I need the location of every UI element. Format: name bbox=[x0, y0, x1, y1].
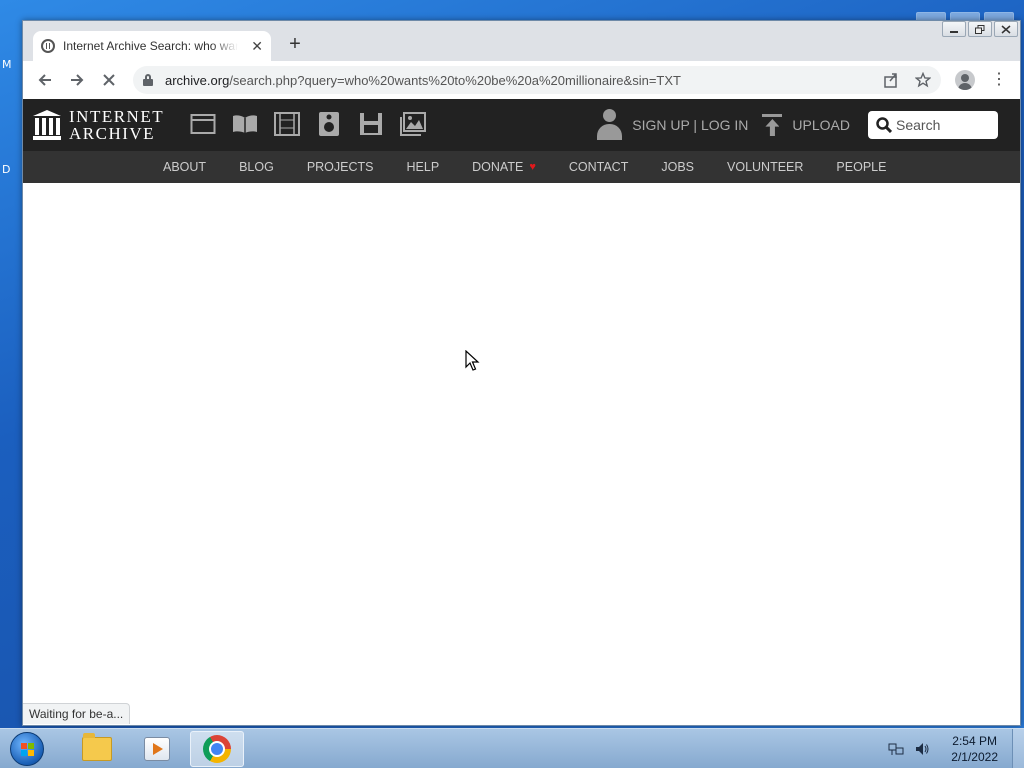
nav-help[interactable]: HELP bbox=[407, 160, 440, 174]
folder-icon bbox=[82, 732, 112, 761]
new-tab-button[interactable]: + bbox=[285, 33, 305, 56]
media-type-icons bbox=[189, 111, 427, 137]
close-button[interactable] bbox=[994, 21, 1018, 37]
lock-icon[interactable] bbox=[143, 74, 153, 86]
nav-people[interactable]: PEOPLE bbox=[836, 160, 886, 174]
back-button[interactable] bbox=[29, 64, 61, 96]
web-icon[interactable] bbox=[189, 111, 217, 137]
ia-search-box[interactable] bbox=[868, 111, 998, 139]
nav-about[interactable]: ABOUT bbox=[163, 160, 206, 174]
start-button[interactable] bbox=[4, 729, 50, 768]
taskbar-media-player[interactable] bbox=[130, 731, 184, 767]
video-icon[interactable] bbox=[273, 111, 301, 137]
share-icon[interactable] bbox=[883, 72, 899, 88]
nav-contact[interactable]: CONTACT bbox=[569, 160, 629, 174]
browser-window: Internet Archive Search: who wants to be… bbox=[22, 20, 1021, 726]
nav-donate-label: DONATE bbox=[472, 160, 524, 174]
stop-icon bbox=[103, 74, 115, 86]
ia-header: INTERNET ARCHIVE SIGN UP | LOG IN UPLOAD… bbox=[23, 99, 1020, 151]
mouse-cursor-icon bbox=[465, 350, 480, 371]
volume-icon[interactable] bbox=[913, 740, 931, 758]
forward-button[interactable] bbox=[61, 64, 93, 96]
nav-volunteer[interactable]: VOLUNTEER bbox=[727, 160, 803, 174]
nav-projects[interactable]: PROJECTS bbox=[307, 160, 374, 174]
network-icon[interactable] bbox=[887, 740, 905, 758]
address-bar[interactable]: archive.org/search.php?query=who%20wants… bbox=[133, 66, 941, 94]
heart-icon: ♥ bbox=[529, 161, 536, 173]
minimize-button[interactable] bbox=[942, 21, 966, 37]
system-tray: 2:54 PM 2/1/2022 bbox=[887, 728, 1024, 768]
windows-logo-icon bbox=[10, 731, 44, 766]
images-icon[interactable] bbox=[399, 111, 427, 137]
stop-loading-button[interactable] bbox=[93, 64, 125, 96]
texts-icon[interactable] bbox=[231, 111, 259, 137]
nav-donate[interactable]: DONATE ♥ bbox=[472, 160, 536, 174]
window-controls bbox=[942, 21, 1018, 37]
taskbar-explorer[interactable] bbox=[70, 731, 124, 767]
signup-login-link[interactable]: SIGN UP | LOG IN bbox=[632, 117, 748, 133]
archive-favicon-icon bbox=[41, 39, 55, 53]
clock-time: 2:54 PM bbox=[952, 733, 997, 748]
upload-icon[interactable] bbox=[762, 114, 783, 136]
ia-nav-bar: ABOUT BLOG PROJECTS HELP DONATE ♥ CONTACT… bbox=[23, 151, 1020, 183]
taskbar: 2:54 PM 2/1/2022 bbox=[0, 728, 1024, 768]
user-icon[interactable] bbox=[596, 109, 623, 141]
upload-link[interactable]: UPLOAD bbox=[792, 117, 850, 133]
desktop-icon-label-2[interactable]: D bbox=[2, 163, 10, 176]
profile-avatar-icon[interactable] bbox=[955, 70, 975, 90]
tab-close-icon[interactable]: ✕ bbox=[251, 38, 263, 55]
clock[interactable]: 2:54 PM 2/1/2022 bbox=[951, 733, 998, 765]
archive-building-icon bbox=[33, 110, 61, 140]
browser-toolbar: archive.org/search.php?query=who%20wants… bbox=[23, 61, 1020, 99]
logo-text: INTERNET ARCHIVE bbox=[69, 107, 165, 143]
internet-archive-logo[interactable]: INTERNET ARCHIVE bbox=[33, 108, 164, 142]
close-icon bbox=[1001, 24, 1011, 34]
desktop-icon-label-1[interactable]: M bbox=[2, 58, 12, 71]
search-input[interactable] bbox=[896, 117, 992, 133]
tab-internet-archive-search[interactable]: Internet Archive Search: who wants to be… bbox=[33, 31, 271, 61]
search-icon[interactable] bbox=[876, 117, 892, 133]
tab-title: Internet Archive Search: who wants to be… bbox=[63, 39, 238, 53]
taskbar-chrome[interactable] bbox=[190, 730, 244, 767]
status-bubble: Waiting for be-a... bbox=[23, 703, 131, 724]
restore-button[interactable] bbox=[968, 21, 992, 37]
media-player-icon bbox=[144, 736, 170, 761]
menu-kebab-icon[interactable]: ⋮ bbox=[991, 69, 1007, 89]
back-arrow-icon bbox=[38, 74, 51, 86]
page-viewport: INTERNET ARCHIVE SIGN UP | LOG IN UPLOAD… bbox=[23, 99, 1020, 725]
restore-icon bbox=[975, 24, 985, 34]
clock-date: 2/1/2022 bbox=[951, 749, 998, 764]
forward-arrow-icon bbox=[71, 74, 84, 86]
url-text[interactable]: archive.org/search.php?query=who%20wants… bbox=[165, 73, 681, 88]
nav-blog[interactable]: BLOG bbox=[239, 160, 274, 174]
nav-jobs[interactable]: JOBS bbox=[661, 160, 694, 174]
software-icon[interactable] bbox=[357, 111, 385, 137]
chrome-icon bbox=[203, 734, 231, 763]
show-desktop-button[interactable] bbox=[1012, 728, 1024, 768]
bookmark-star-icon[interactable] bbox=[915, 72, 931, 88]
minimize-icon bbox=[950, 31, 958, 33]
tab-strip: Internet Archive Search: who wants to be… bbox=[23, 21, 1020, 61]
audio-icon[interactable] bbox=[315, 111, 343, 137]
